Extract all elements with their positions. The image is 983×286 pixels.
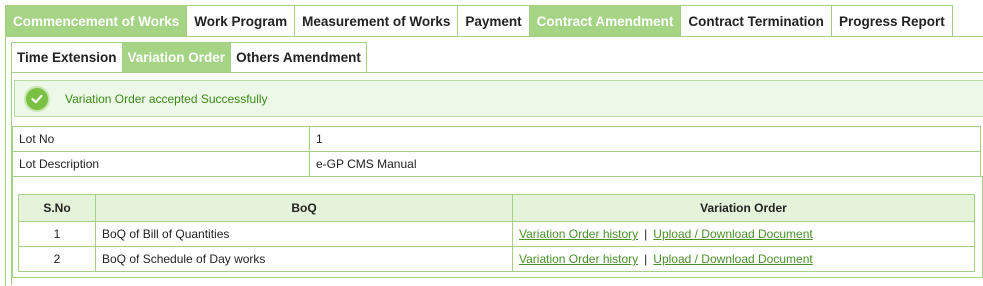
tab-contract-amendment[interactable]: Contract Amendment bbox=[528, 5, 681, 37]
row-boq-name: BoQ of Bill of Quantities bbox=[95, 221, 513, 247]
lot-description-label: Lot Description bbox=[12, 151, 310, 177]
boq-table: S.No BoQ Variation Order 1 BoQ of Bill o… bbox=[18, 194, 975, 272]
tab-commencement-of-works[interactable]: Commencement of Works bbox=[5, 5, 187, 37]
upload-download-document-link[interactable]: Upload / Download Document bbox=[653, 252, 812, 266]
tab-progress-report[interactable]: Progress Report bbox=[830, 5, 953, 37]
tab-work-program[interactable]: Work Program bbox=[186, 5, 295, 37]
lot-no-row: Lot No 1 bbox=[12, 126, 981, 152]
row-variation-actions: Variation Order history | Upload / Downloa… bbox=[512, 246, 975, 272]
row-boq-name: BoQ of Schedule of Day works bbox=[95, 246, 513, 272]
check-circle-icon bbox=[26, 87, 48, 110]
tab-payment[interactable]: Payment bbox=[457, 5, 529, 37]
tab-measurement-of-works[interactable]: Measurement of Works bbox=[294, 5, 458, 37]
tab-contract-termination[interactable]: Contract Termination bbox=[680, 5, 831, 37]
table-row: 1 BoQ of Bill of Quantities Variation Or… bbox=[18, 221, 975, 247]
row-sno: 1 bbox=[18, 221, 96, 247]
col-variation-order-header: Variation Order bbox=[512, 194, 975, 222]
lot-no-label: Lot No bbox=[12, 126, 310, 152]
success-message: Variation Order accepted Successfully bbox=[14, 80, 983, 117]
row-sno: 2 bbox=[18, 246, 96, 272]
variation-order-history-link[interactable]: Variation Order history bbox=[519, 227, 638, 241]
row-variation-actions: Variation Order history | Upload / Downloa… bbox=[512, 221, 975, 247]
subtab-others-amendment[interactable]: Others Amendment bbox=[230, 42, 367, 73]
subtab-time-extension[interactable]: Time Extension bbox=[11, 42, 122, 73]
col-boq-header: BoQ bbox=[95, 194, 513, 222]
lot-no-value: 1 bbox=[309, 126, 981, 152]
col-sno-header: S.No bbox=[18, 194, 96, 222]
lot-description-value: e-GP CMS Manual bbox=[309, 151, 981, 177]
table-row: 2 BoQ of Schedule of Day works Variation… bbox=[18, 246, 975, 272]
link-separator: | bbox=[644, 227, 648, 241]
lot-info-table: Lot No 1 Lot Description e-GP CMS Manual bbox=[12, 126, 981, 177]
boq-header-row: S.No BoQ Variation Order bbox=[18, 194, 975, 222]
link-separator: | bbox=[644, 252, 648, 266]
upload-download-document-link[interactable]: Upload / Download Document bbox=[653, 227, 812, 241]
lot-description-row: Lot Description e-GP CMS Manual bbox=[12, 151, 981, 177]
sub-tab-bar: Time Extension Variation Order Others Am… bbox=[11, 42, 367, 73]
top-tab-bar: Commencement of Works Work Program Measu… bbox=[5, 5, 953, 37]
variation-order-history-link[interactable]: Variation Order history bbox=[519, 252, 638, 266]
subtab-variation-order[interactable]: Variation Order bbox=[121, 42, 231, 73]
success-message-text: Variation Order accepted Successfully bbox=[65, 91, 268, 106]
